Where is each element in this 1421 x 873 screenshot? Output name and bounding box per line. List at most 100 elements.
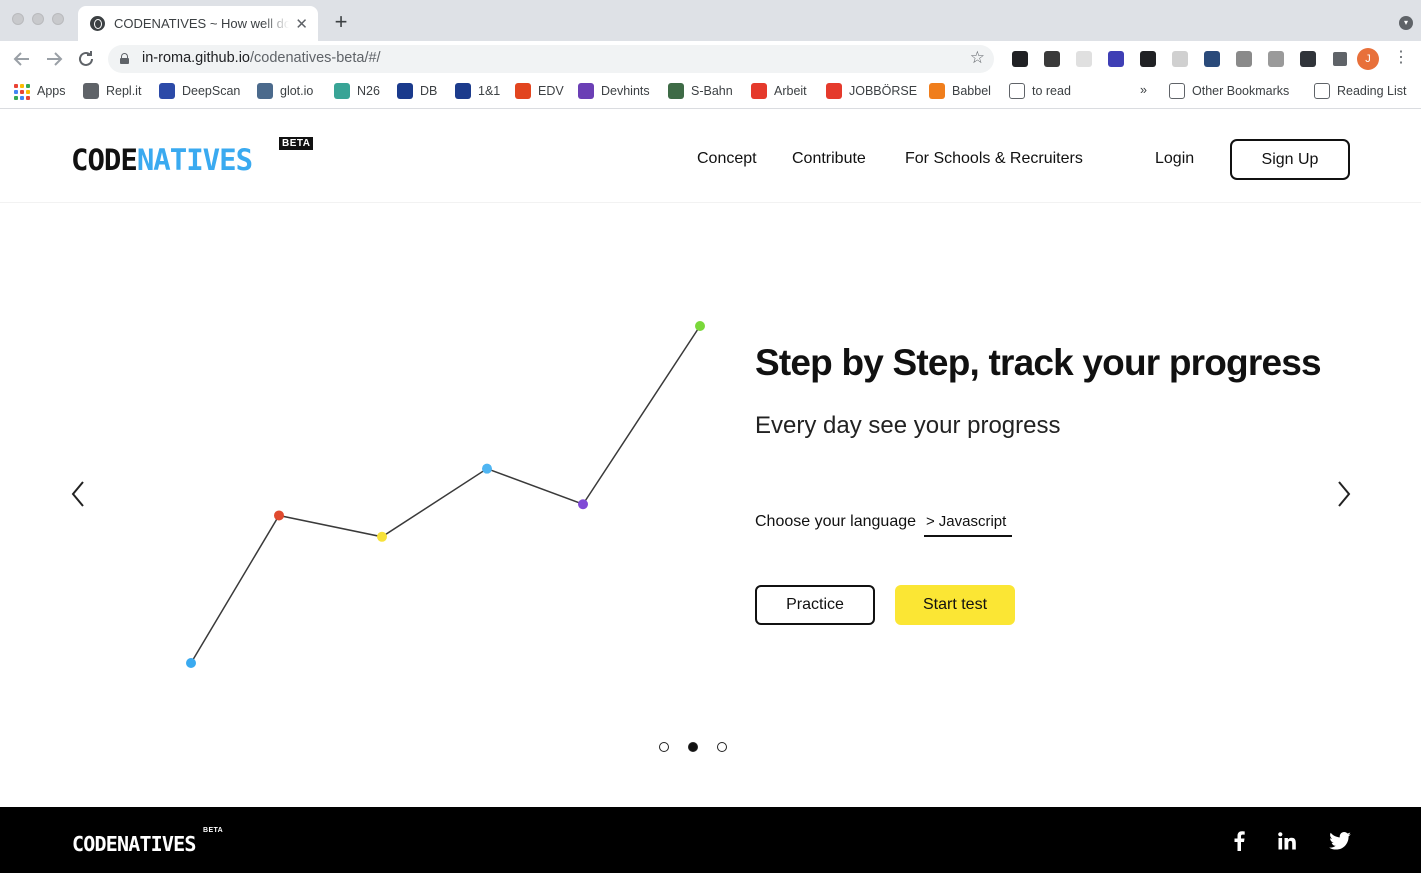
reading-list[interactable]: Reading List	[1314, 83, 1407, 99]
ext-icon-8[interactable]	[1228, 49, 1260, 69]
bookmark-item[interactable]: to read	[1009, 83, 1071, 99]
bookmark-item[interactable]: Devhints	[578, 83, 650, 99]
close-icon[interactable]: ✕	[295, 15, 308, 33]
bookmark-item[interactable]: N26	[334, 83, 380, 99]
puzzle-icon[interactable]	[1324, 49, 1356, 69]
bookmark-label: to read	[1032, 84, 1071, 98]
window-close-button[interactable]	[12, 13, 24, 25]
bookmark-item[interactable]: Repl.it	[83, 83, 141, 99]
bookmark-item[interactable]: Babbel	[929, 83, 991, 99]
start-test-button[interactable]: Start test	[895, 585, 1015, 625]
bookmark-item[interactable]: JOBBÖRSE	[826, 83, 917, 99]
bookmark-item[interactable]: 1&1	[455, 83, 500, 99]
back-arrow-icon[interactable]	[10, 47, 34, 71]
folder-icon	[1169, 83, 1185, 99]
bookmark-label: N26	[357, 84, 380, 98]
new-tab-button[interactable]: +	[330, 9, 352, 35]
reading-list-icon	[1314, 83, 1330, 99]
ext-icon-5[interactable]	[1132, 49, 1164, 69]
ext-icon-1[interactable]	[1004, 49, 1036, 69]
hero-carousel: Step by Step, track your progress Every …	[0, 202, 1421, 807]
site-logo[interactable]: CODENATIVES	[71, 143, 253, 177]
favicon-icon	[257, 83, 273, 99]
url-text: in-roma.github.io/codenatives-beta/#/	[142, 50, 381, 66]
bookmark-item[interactable]: EDV	[515, 83, 564, 99]
ext-icon-3[interactable]	[1068, 49, 1100, 69]
window-zoom-button[interactable]	[52, 13, 64, 25]
browser-tab[interactable]: CODENATIVES ~ How well do you know ✕	[78, 6, 318, 41]
hero-title: Step by Step, track your progress	[755, 342, 1322, 383]
forward-arrow-icon[interactable]	[42, 47, 66, 71]
star-icon[interactable]: ☆	[970, 48, 985, 68]
practice-button[interactable]: Practice	[755, 585, 875, 625]
favicon-icon	[159, 83, 175, 99]
bookmark-item[interactable]: DB	[397, 83, 437, 99]
twitter-icon[interactable]	[1328, 829, 1352, 853]
login-link[interactable]: Login	[1155, 150, 1194, 168]
facebook-icon[interactable]	[1227, 829, 1251, 853]
profile-avatar[interactable]: J	[1357, 48, 1379, 70]
nav-schools-recruiters[interactable]: For Schools & Recruiters	[905, 150, 1083, 168]
address-bar[interactable]: in-roma.github.io/codenatives-beta/#/ ☆	[108, 45, 994, 73]
linkedin-icon[interactable]	[1275, 829, 1299, 853]
carousel-next-arrow[interactable]	[1334, 478, 1354, 510]
footer-beta-badge: BETA	[203, 827, 224, 834]
carousel-dot[interactable]	[659, 742, 669, 752]
language-label: Choose your language	[755, 513, 917, 530]
bookmark-item[interactable]: Arbeit	[751, 83, 807, 99]
carousel-prev-arrow[interactable]	[68, 478, 88, 510]
carousel-dot[interactable]	[688, 742, 698, 752]
bookmark-item[interactable]: DeepScan	[159, 83, 240, 99]
bookmark-label: Repl.it	[106, 84, 142, 98]
bookmark-label: Apps	[37, 84, 66, 98]
bookmark-label: DB	[420, 84, 438, 98]
kebab-menu-icon[interactable]: ⋮	[1393, 47, 1409, 67]
favicon-icon	[668, 83, 684, 99]
language-value: Javascript	[938, 513, 1007, 530]
progress-point	[186, 658, 196, 668]
ext-icon-9[interactable]	[1260, 49, 1292, 69]
bookmarks-bar: » Other Bookmarks Reading List Apps Repl.…	[0, 77, 1421, 109]
bookmark-item[interactable]: glot.io	[257, 83, 313, 99]
browser-toolbar: in-roma.github.io/codenatives-beta/#/ ☆ …	[0, 41, 1421, 77]
folder-icon	[1009, 83, 1025, 99]
bookmark-label: DeepScan	[182, 84, 241, 98]
extensions-bar	[1004, 49, 1356, 69]
language-select[interactable]: > Javascript	[924, 513, 1012, 537]
progress-point	[695, 321, 705, 331]
site-footer: CODENATIVES BETA	[0, 807, 1421, 873]
chevron-right-icon: >	[926, 513, 935, 530]
carousel-dot[interactable]	[717, 742, 727, 752]
reload-icon[interactable]	[74, 47, 98, 71]
bookmark-label: S-Bahn	[691, 84, 733, 98]
signup-button[interactable]: Sign Up	[1230, 139, 1350, 180]
other-bookmarks[interactable]: Other Bookmarks	[1169, 83, 1289, 99]
favicon-icon	[751, 83, 767, 99]
bookmark-label: Devhints	[601, 84, 650, 98]
ext-icon-4[interactable]	[1100, 49, 1132, 69]
site-header: CODENATIVES BETA Concept Contribute For …	[0, 110, 1421, 202]
progress-point	[578, 499, 588, 510]
tab-search-icon[interactable]: ▾	[1399, 16, 1413, 30]
hero-subtitle: Every day see your progress	[755, 412, 1061, 439]
ext-icon-10[interactable]	[1292, 49, 1324, 69]
favicon-icon	[929, 83, 945, 99]
browser-tabstrip: CODENATIVES ~ How well do you know ✕ + ▾	[0, 0, 1421, 41]
window-minimize-button[interactable]	[32, 13, 44, 25]
lock-icon[interactable]	[120, 53, 129, 64]
nav-concept[interactable]: Concept	[697, 150, 757, 168]
progress-line-chart	[186, 321, 705, 668]
ext-icon-7[interactable]	[1196, 49, 1228, 69]
globe-icon	[90, 16, 105, 31]
ext-icon-2[interactable]	[1036, 49, 1068, 69]
bookmark-item[interactable]: S-Bahn	[668, 83, 733, 99]
footer-logo[interactable]: CODENATIVES	[72, 832, 196, 856]
ext-icon-6[interactable]	[1164, 49, 1196, 69]
favicon-icon	[397, 83, 413, 99]
bookmark-item[interactable]: Apps	[14, 83, 66, 100]
carousel-pagination	[659, 742, 727, 752]
progress-series-line	[190, 325, 701, 664]
bookmarks-overflow-button[interactable]: »	[1140, 83, 1147, 97]
apps-grid-icon	[14, 83, 30, 100]
nav-contribute[interactable]: Contribute	[792, 150, 866, 168]
